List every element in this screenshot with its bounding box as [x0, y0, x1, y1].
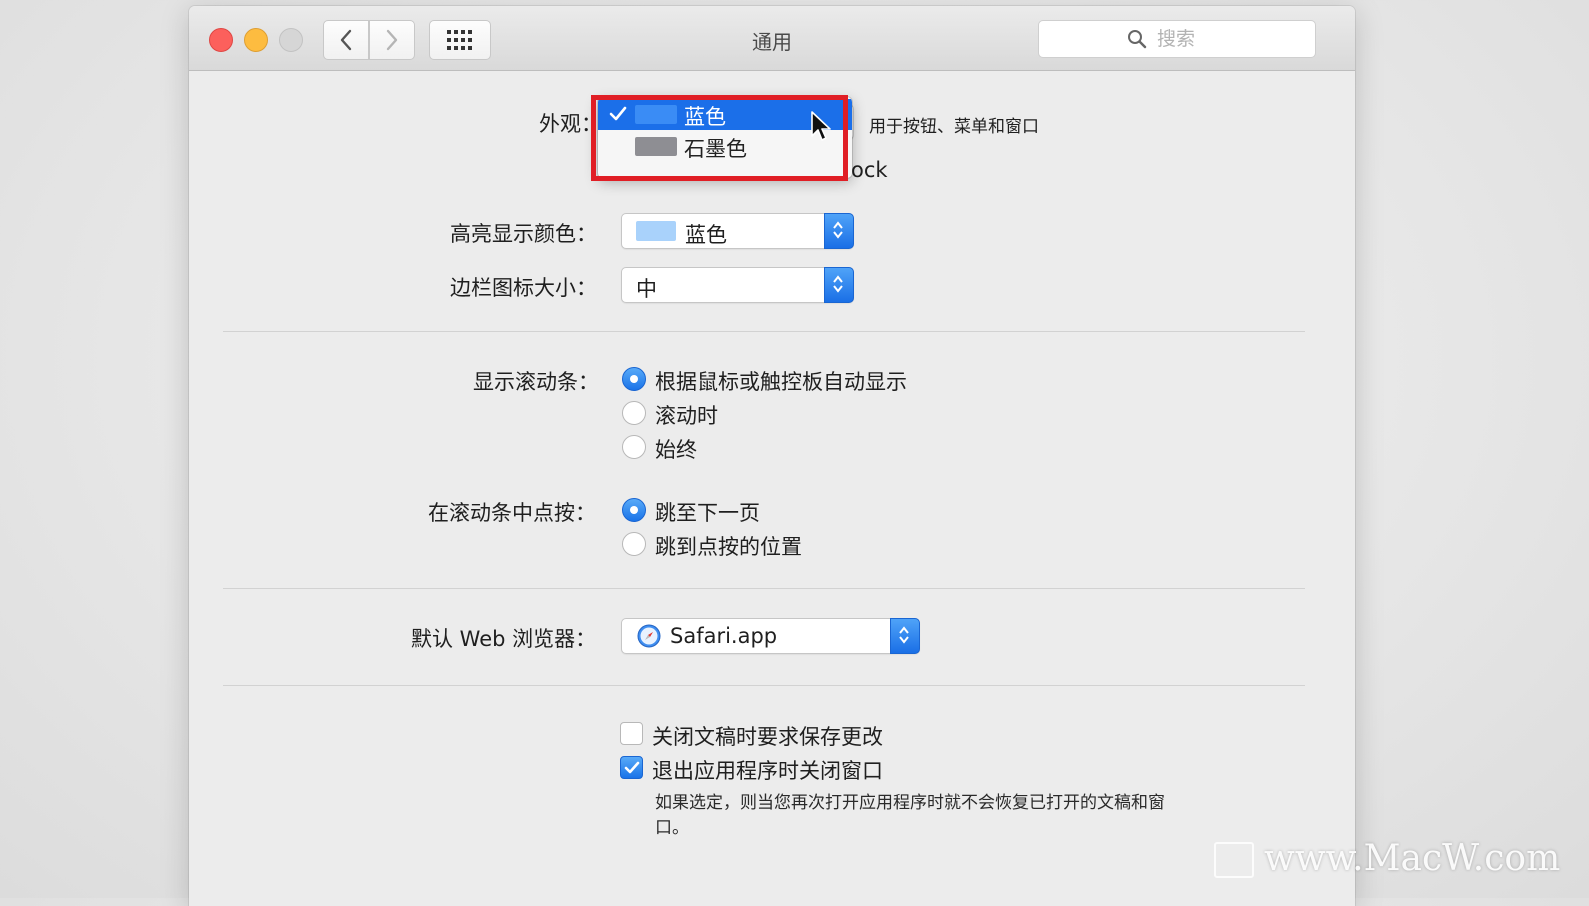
highlight-color-value: 蓝色 [685, 223, 727, 247]
scrollbars-auto-label: 根据鼠标或触控板自动显示 [655, 370, 907, 394]
default-browser-stepper[interactable] [890, 618, 920, 654]
system-preferences-window: 通用 外观： 用于按钮、菜单和窗口 ock 高亮显示颜色： 蓝色 边栏图标大小：… [189, 6, 1355, 906]
appearance-description: 用于按钮、菜单和窗口 [869, 117, 1039, 137]
search-field[interactable] [1038, 20, 1316, 58]
default-browser-value: Safari.app [670, 624, 778, 648]
jump-to-spot-label: 跳到点按的位置 [655, 535, 802, 559]
safari-compass-icon [637, 624, 661, 648]
sidebar-icon-size-stepper[interactable] [824, 267, 854, 303]
watermark-logo-icon [1214, 842, 1254, 878]
jump-to-spot-radio[interactable] [622, 532, 646, 556]
scrollbars-when-scrolling-label: 滚动时 [655, 404, 718, 428]
dark-menu-fragment: ock [851, 158, 888, 182]
scrollbars-always-label: 始终 [655, 438, 697, 462]
search-icon [1128, 30, 1147, 49]
scrollbars-when-scrolling-radio[interactable] [622, 401, 646, 425]
mouse-pointer-icon [811, 111, 831, 141]
default-browser-popup[interactable]: Safari.app [621, 618, 920, 654]
jump-next-page-label: 跳至下一页 [655, 501, 760, 525]
divider [223, 588, 1305, 589]
sidebar-icon-size-value: 中 [636, 277, 657, 301]
sidebar-icon-size-label: 边栏图标大小： [450, 276, 597, 300]
up-down-arrows-icon [833, 221, 843, 239]
show-scrollbars-label: 显示滚动条： [473, 370, 599, 394]
highlight-color-label: 高亮显示颜色： [450, 222, 597, 246]
highlight-color-stepper[interactable] [824, 213, 854, 249]
scrollbars-auto-radio[interactable] [622, 367, 646, 391]
click-scrollbar-label: 在滚动条中点按： [428, 501, 596, 525]
close-windows-checkbox[interactable] [620, 756, 643, 779]
up-down-arrows-icon [899, 626, 909, 644]
default-browser-label: 默认 Web 浏览器： [411, 627, 597, 651]
highlight-swatch [636, 221, 676, 241]
ask-keep-changes-label: 关闭文稿时要求保存更改 [652, 725, 883, 749]
jump-next-page-radio[interactable] [622, 498, 646, 522]
sidebar-icon-size-popup[interactable]: 中 [621, 267, 854, 303]
divider [223, 685, 1305, 686]
highlight-color-popup[interactable]: 蓝色 [621, 213, 854, 249]
search-input[interactable] [1155, 25, 1299, 53]
up-down-arrows-icon [833, 275, 843, 293]
divider [223, 331, 1305, 332]
checkmark-icon [624, 761, 640, 774]
scrollbars-always-radio[interactable] [622, 435, 646, 459]
watermark-text: www.MacW.com [1264, 838, 1561, 879]
close-windows-note: 如果选定，则当您再次打开应用程序时就不会恢复已打开的文稿和窗口。 [655, 793, 1165, 838]
ask-keep-changes-checkbox[interactable] [620, 722, 643, 745]
close-windows-label: 退出应用程序时关闭窗口 [652, 759, 883, 783]
title-bar: 通用 [189, 6, 1355, 71]
